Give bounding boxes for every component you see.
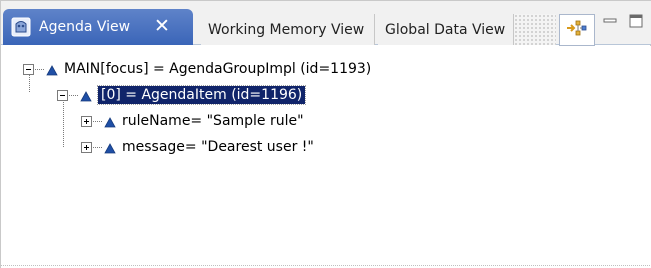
tab-working-memory-view[interactable]: Working Memory View [201, 14, 375, 45]
tab-global-data-view-label: Global Data View [385, 21, 506, 38]
agenda-view-panel: Agenda View ✕ Working Memory View Global… [0, 0, 651, 268]
collapse-toggle-icon[interactable] [57, 89, 68, 101]
variable-node-icon [46, 64, 58, 75]
tree-node-root[interactable]: MAIN[focus] = AgendaGroupImpl (id=1193) [23, 58, 371, 80]
maximize-icon [629, 14, 643, 28]
tree-dots [35, 68, 44, 70]
variable-node-icon [80, 90, 92, 101]
tree-dots [93, 146, 102, 148]
tree-dots [69, 94, 78, 96]
tree-dots [93, 120, 102, 122]
tree-layout-button[interactable] [559, 14, 595, 46]
minimize-button[interactable] [602, 13, 618, 29]
tree-node-agenda-item[interactable]: [0] = AgendaItem (id=1196) [57, 84, 307, 106]
view-tab-bar: Agenda View ✕ Working Memory View Global… [1, 1, 651, 46]
tree-node-rulename[interactable]: ruleName= "Sample rule" [81, 110, 304, 132]
tree-node-label: MAIN[focus] = AgendaGroupImpl (id=1193) [64, 61, 372, 77]
close-tab-icon[interactable]: ✕ [154, 16, 170, 36]
tab-global-data-view[interactable]: Global Data View [378, 14, 514, 45]
tree-node-message[interactable]: message= "Dearest user !" [81, 136, 314, 158]
tree-layout-icon [566, 19, 588, 41]
tree-node-label: message= "Dearest user !" [122, 139, 314, 155]
tab-working-memory-view-label: Working Memory View [208, 21, 365, 38]
expand-toggle-icon[interactable] [81, 141, 92, 153]
tree-node-label: ruleName= "Sample rule" [122, 113, 304, 129]
collapse-toggle-icon[interactable] [23, 63, 34, 75]
agenda-view-icon [11, 17, 31, 37]
minimize-icon [603, 18, 617, 23]
tab-bar-filler [514, 14, 556, 45]
expand-toggle-icon[interactable] [81, 115, 92, 127]
variable-node-icon [104, 142, 116, 153]
variable-node-icon [104, 116, 116, 127]
agenda-tree: MAIN[focus] = AgendaGroupImpl (id=1193) … [1, 46, 651, 268]
tab-agenda-view[interactable]: Agenda View ✕ [3, 9, 193, 45]
maximize-button[interactable] [628, 13, 644, 29]
tab-agenda-view-label: Agenda View [39, 19, 131, 35]
tree-node-label-selected: [0] = AgendaItem (id=1196) [96, 85, 307, 105]
